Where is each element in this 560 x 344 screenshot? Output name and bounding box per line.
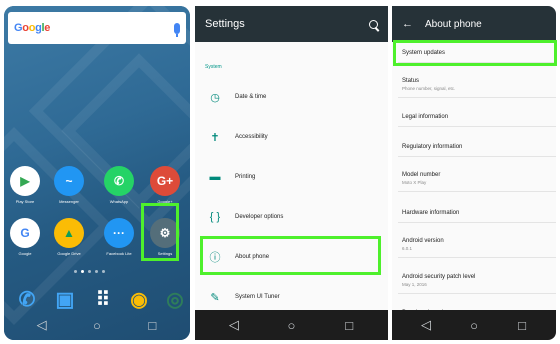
about-item-regulatory-information[interactable]: Regulatory information bbox=[392, 144, 556, 157]
about-item-subtitle: Moto X Play bbox=[402, 180, 427, 185]
section-header: System bbox=[205, 64, 222, 70]
back-nav-icon[interactable]: ◁ bbox=[224, 317, 244, 333]
recents-nav-icon[interactable]: □ bbox=[512, 318, 532, 333]
about-item-status[interactable]: Status Phone number, signal, etc. bbox=[392, 78, 556, 98]
settings-item-label: Printing bbox=[235, 174, 256, 180]
wrench-icon: ✎ bbox=[210, 291, 220, 304]
settings-item-printing[interactable]: ▬ Printing bbox=[195, 158, 388, 196]
about-item-title: Status bbox=[402, 78, 420, 84]
about-item-legal-information[interactable]: Legal information bbox=[392, 114, 556, 127]
page-indicator bbox=[74, 270, 105, 273]
app-google[interactable]: G Google bbox=[6, 218, 44, 256]
app-label: Messenger bbox=[59, 199, 79, 204]
back-nav-icon[interactable]: ◁ bbox=[416, 317, 436, 333]
page-title: About phone bbox=[425, 18, 482, 30]
settings-toolbar: Settings bbox=[195, 6, 388, 42]
settings-screen: Settings System ◷ Date & time ✝ Accessibili… bbox=[195, 6, 388, 340]
google-search-bar[interactable]: Google bbox=[8, 12, 186, 44]
code-icon: { } bbox=[209, 211, 221, 223]
about-item-android-version[interactable]: Android version 6.0.1 bbox=[392, 238, 556, 258]
app-google[interactable]: G+ Google+ bbox=[146, 166, 184, 204]
nav-bar: ◁ ○ □ bbox=[195, 310, 388, 340]
about-phone-highlight bbox=[200, 236, 381, 275]
settings-item-label: Developer options bbox=[235, 214, 284, 220]
clock-icon: ◷ bbox=[210, 91, 220, 104]
nav-bar: ◁ ○ □ bbox=[4, 310, 190, 340]
home-nav-icon[interactable]: ○ bbox=[87, 318, 107, 333]
app-label: Google Drive bbox=[57, 251, 81, 256]
home-nav-icon[interactable]: ○ bbox=[464, 318, 484, 333]
nav-bar: ◁ ○ □ bbox=[392, 310, 556, 340]
about-item-model-number[interactable]: Model number Moto X Play bbox=[392, 172, 556, 192]
app-label: Play Store bbox=[15, 199, 35, 204]
system-updates-highlight bbox=[393, 40, 557, 66]
settings-item-label: System UI Tuner bbox=[235, 294, 280, 300]
about-item-title: Model number bbox=[402, 172, 441, 178]
settings-item-accessibility[interactable]: ✝ Accessibility bbox=[195, 118, 388, 156]
settings-item-label: Accessibility bbox=[235, 134, 268, 140]
whatsapp-icon: ✆ bbox=[104, 166, 134, 196]
printer-icon: ▬ bbox=[209, 171, 221, 183]
tutorial-screenshots: Google ▶ Play Store ~ Messenger ✆ WhatsApp G+ G… bbox=[0, 0, 560, 344]
about-item-title: Regulatory information bbox=[402, 144, 463, 150]
search-icon[interactable] bbox=[369, 19, 378, 29]
accessibility-icon: ✝ bbox=[210, 131, 220, 144]
about-item-subtitle: May 1, 2016 bbox=[402, 282, 427, 287]
about-item-title: Android security patch level bbox=[402, 274, 476, 280]
google-icon: G+ bbox=[150, 166, 180, 196]
app-google-drive[interactable]: ▲ Google Drive bbox=[50, 218, 88, 256]
recents-nav-icon[interactable]: □ bbox=[339, 318, 359, 333]
about-item-hardware-information[interactable]: Hardware information bbox=[392, 210, 556, 223]
about-item-title: Hardware information bbox=[402, 210, 460, 216]
about-item-android-security-patch-level[interactable]: Android security patch level May 1, 2016 bbox=[392, 274, 556, 294]
app-label: WhatsApp bbox=[109, 199, 129, 204]
recents-nav-icon[interactable]: □ bbox=[142, 318, 162, 333]
app-label: Facebook Lite bbox=[106, 251, 132, 256]
google-icon: G bbox=[10, 218, 40, 248]
settings-app-highlight bbox=[141, 203, 179, 261]
back-arrow-icon[interactable]: ← bbox=[402, 18, 413, 30]
home-screen: Google ▶ Play Store ~ Messenger ✆ WhatsApp G+ G… bbox=[4, 6, 190, 340]
app-play-store[interactable]: ▶ Play Store bbox=[6, 166, 44, 204]
settings-item-date-time[interactable]: ◷ Date & time bbox=[195, 78, 388, 116]
messenger-icon: ~ bbox=[54, 166, 84, 196]
settings-item-developer-options[interactable]: { } Developer options bbox=[195, 198, 388, 236]
play-store-icon: ▶ bbox=[10, 166, 40, 196]
about-item-title: Legal information bbox=[402, 114, 449, 120]
about-item-subtitle: Phone number, signal, etc. bbox=[402, 86, 456, 91]
back-nav-icon[interactable]: ◁ bbox=[32, 317, 52, 333]
mic-icon[interactable] bbox=[174, 22, 180, 37]
app-facebook-lite[interactable]: ··· Facebook Lite bbox=[100, 218, 138, 256]
app-whatsapp[interactable]: ✆ WhatsApp bbox=[100, 166, 138, 204]
google-drive-icon: ▲ bbox=[54, 218, 84, 248]
page-title: Settings bbox=[205, 18, 245, 30]
about-toolbar: ← About phone bbox=[392, 6, 556, 42]
app-messenger[interactable]: ~ Messenger bbox=[50, 166, 88, 204]
about-item-subtitle: 6.0.1 bbox=[402, 246, 413, 251]
google-logo: Google bbox=[14, 22, 51, 34]
home-nav-icon[interactable]: ○ bbox=[281, 318, 301, 333]
app-label: Google bbox=[18, 251, 32, 256]
about-item-title: Android version bbox=[402, 238, 444, 244]
settings-item-label: Date & time bbox=[235, 94, 267, 100]
facebook-lite-icon: ··· bbox=[104, 218, 134, 248]
